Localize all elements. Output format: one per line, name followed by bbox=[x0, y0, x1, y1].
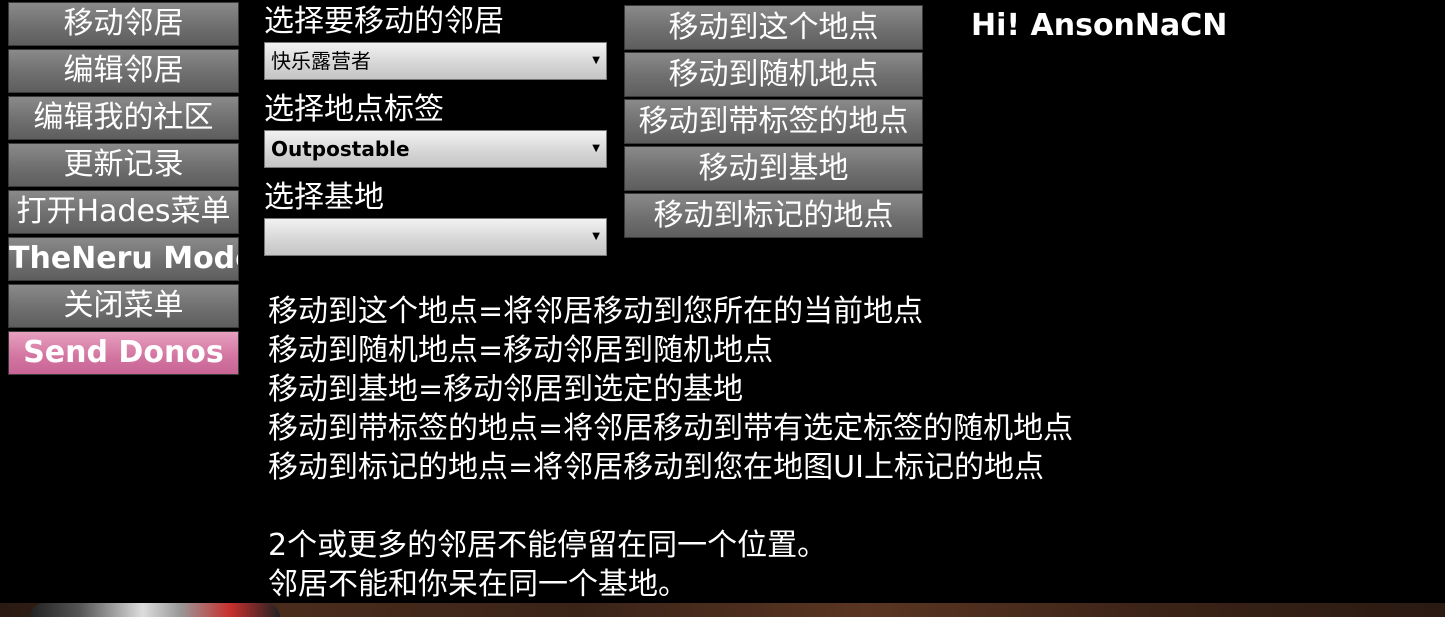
neighbor-dropdown[interactable]: 快乐露营者 ▼ bbox=[264, 42, 607, 80]
help-line: 移动到带标签的地点=将邻居移动到带有选定标签的随机地点 bbox=[268, 411, 1074, 446]
base-dropdown[interactable]: ▼ bbox=[264, 218, 607, 256]
help-line: 移动到随机地点=移动邻居到随机地点 bbox=[268, 333, 774, 368]
move-to-base-button[interactable]: 移动到基地 bbox=[624, 146, 923, 191]
note-line: 2个或更多的邻居不能停留在同一个位置。 bbox=[268, 528, 828, 563]
open-hades-menu-button[interactable]: 打开Hades菜单 bbox=[8, 190, 239, 234]
user-greeting: Hi! AnsonNaCN bbox=[971, 8, 1228, 43]
dropdown-arrow-icon: ▼ bbox=[592, 231, 600, 242]
dropdown-arrow-icon: ▼ bbox=[592, 143, 600, 154]
send-donos-button[interactable]: Send Donos bbox=[8, 331, 239, 375]
theneru-mode-button[interactable]: TheNeru Mode bbox=[8, 237, 239, 281]
tag-dropdown-value: Outpostable bbox=[271, 137, 410, 161]
edit-neighbor-button[interactable]: 编辑邻居 bbox=[8, 49, 239, 93]
move-to-this-location-button[interactable]: 移动到这个地点 bbox=[624, 5, 923, 50]
action-buttons: 移动到这个地点 移动到随机地点 移动到带标签的地点 移动到基地 移动到标记的地点 bbox=[624, 5, 923, 240]
neighbor-select-label: 选择要移动的邻居 bbox=[264, 4, 504, 39]
help-text: 移动到这个地点=将邻居移动到您所在的当前地点 移动到随机地点=移动邻居到随机地点… bbox=[268, 292, 1168, 604]
base-select-label: 选择基地 bbox=[264, 180, 384, 215]
close-menu-button[interactable]: 关闭菜单 bbox=[8, 284, 239, 328]
neighbor-dropdown-value: 快乐露营者 bbox=[271, 49, 371, 73]
edit-community-button[interactable]: 编辑我的社区 bbox=[8, 96, 239, 140]
help-line: 移动到这个地点=将邻居移动到您所在的当前地点 bbox=[268, 294, 924, 329]
move-neighbor-button[interactable]: 移动邻居 bbox=[8, 2, 239, 46]
move-to-tagged-location-button[interactable]: 移动到带标签的地点 bbox=[624, 99, 923, 144]
tag-dropdown[interactable]: Outpostable ▼ bbox=[264, 130, 607, 168]
move-to-marked-location-button[interactable]: 移动到标记的地点 bbox=[624, 193, 923, 238]
left-menu: 移动邻居 编辑邻居 编辑我的社区 更新记录 打开Hades菜单 TheNeru … bbox=[8, 2, 239, 378]
note-line: 邻居不能和你呆在同一个基地。 bbox=[268, 567, 688, 602]
help-line: 移动到标记的地点=将邻居移动到您在地图UI上标记的地点 bbox=[268, 450, 1044, 485]
move-to-random-location-button[interactable]: 移动到随机地点 bbox=[624, 52, 923, 97]
tag-select-label: 选择地点标签 bbox=[264, 92, 444, 127]
selector-panel: 选择要移动的邻居 快乐露营者 ▼ 选择地点标签 Outpostable ▼ 选择… bbox=[264, 2, 607, 266]
changelog-button[interactable]: 更新记录 bbox=[8, 143, 239, 187]
mod-menu-screen: 移动邻居 编辑邻居 编辑我的社区 更新记录 打开Hades菜单 TheNeru … bbox=[0, 0, 1445, 617]
help-line: 移动到基地=移动邻居到选定的基地 bbox=[268, 372, 744, 407]
hud-ring-graphic bbox=[30, 603, 280, 617]
game-background-strip bbox=[0, 603, 1445, 617]
dropdown-arrow-icon: ▼ bbox=[592, 55, 600, 66]
